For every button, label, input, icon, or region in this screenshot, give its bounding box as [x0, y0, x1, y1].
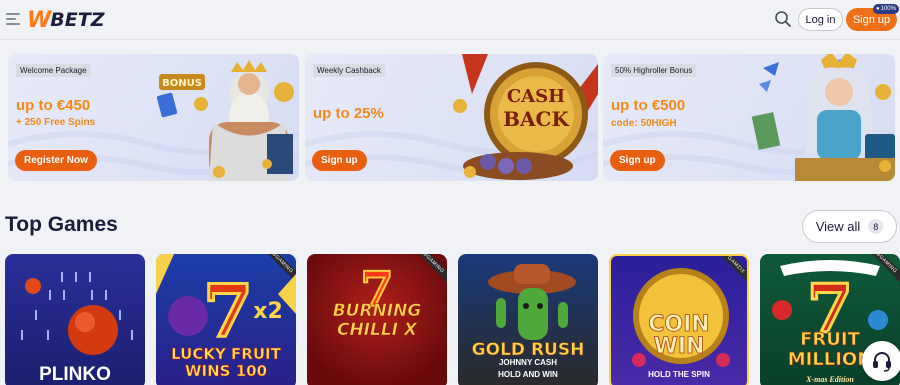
- promo-card-cashback[interactable]: Weekly Cashback up to 25% Sign up CASH B…: [305, 54, 598, 181]
- promo-card-welcome[interactable]: Welcome Package up to €450 + 250 Free Sp…: [8, 54, 299, 181]
- top-header: W BETZ Log in Sign up ● 100%: [0, 0, 900, 40]
- game-tile-lucky-fruit-wins-100[interactable]: BGAMING 7 x2 LUCKY FRUIT WINS 100: [156, 254, 296, 385]
- top-games-heading: Top Games: [5, 213, 118, 236]
- promo-title: up to 25%: [313, 105, 384, 122]
- back-art-text: BACK: [503, 107, 569, 131]
- game-subtitle: JOHNNY CASH: [498, 358, 558, 367]
- search-icon[interactable]: [774, 10, 792, 28]
- game-tile-plinko[interactable]: PLINKO: [5, 254, 145, 385]
- logo-wordmark: BETZ: [50, 9, 105, 31]
- game-title: PLINKO: [39, 364, 111, 385]
- sign-up-button[interactable]: Sign up: [610, 150, 665, 171]
- view-all-button[interactable]: View all 8: [802, 210, 897, 243]
- cashback-coin-illustration: CASH BACK: [453, 54, 598, 180]
- game-tile-burning-chilli-x[interactable]: BGAMING 7 BURNING CHILLI X: [307, 254, 447, 385]
- sign-up-button[interactable]: Sign up: [312, 150, 367, 171]
- view-all-count: 8: [868, 219, 884, 234]
- game-tagline: HOLD THE SPIN: [648, 370, 710, 379]
- promo-title: up to €450: [16, 97, 91, 114]
- promo-subtitle: + 250 Free Spins: [16, 117, 96, 128]
- promo-badge: Welcome Package: [16, 64, 91, 77]
- svg-text:x2: x2: [253, 299, 283, 324]
- bonus-art-text: BONUS: [162, 78, 202, 89]
- game-tagline: HOLD AND WIN: [498, 370, 558, 379]
- promo-card-highroller[interactable]: 50% Highroller Bonus up to €500 code: 50…: [603, 54, 895, 181]
- menu-icon[interactable]: [6, 13, 20, 25]
- register-now-button[interactable]: Register Now: [15, 150, 97, 171]
- gift-icon: ●: [876, 6, 880, 12]
- view-all-label: View all: [815, 219, 861, 234]
- promo-badge: 50% Highroller Bonus: [611, 64, 697, 77]
- promo-badge: Weekly Cashback: [313, 64, 385, 77]
- game-tile-gold-rush[interactable]: GOLD RUSH JOHNNY CASH HOLD AND WIN: [458, 254, 598, 385]
- site-logo[interactable]: W BETZ: [27, 7, 104, 33]
- game-tile-coin-win[interactable]: GAMZIX COIN WIN HOLD THE SPIN: [609, 254, 749, 385]
- logo-mark: W: [27, 7, 51, 33]
- login-button[interactable]: Log in: [798, 8, 843, 31]
- game-title: GOLD RUSH: [471, 340, 585, 361]
- signup-badge-text: 100%: [880, 6, 896, 12]
- zeus-illustration: BONUS: [156, 60, 294, 181]
- headset-icon: [873, 352, 891, 372]
- signup-bonus-badge: ● 100%: [873, 4, 899, 14]
- game-title: LUCKY FRUIT WINS 100: [171, 345, 281, 380]
- promo-code: code: 50HIGH: [611, 118, 677, 129]
- svg-text:7: 7: [203, 268, 253, 353]
- promo-title: up to €500: [611, 97, 686, 114]
- game-title: BURNING CHILLI X: [332, 301, 422, 340]
- queen-illustration: [751, 54, 895, 181]
- support-chat-button[interactable]: [862, 341, 900, 381]
- game-title: COIN WIN: [648, 312, 710, 359]
- cash-art-text: CASH: [507, 86, 565, 107]
